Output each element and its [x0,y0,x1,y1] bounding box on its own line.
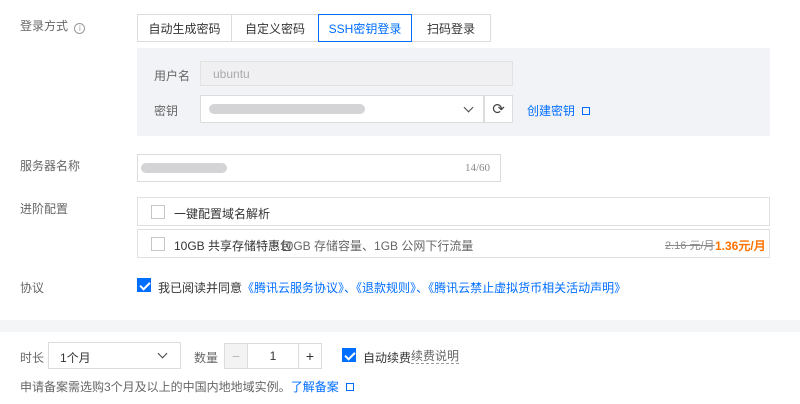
duration-select[interactable]: 1个月 [48,342,181,369]
char-counter: 14/60 [464,162,490,174]
masked-key-value [209,104,365,114]
refund-rules-link[interactable]: 《退款规则》 [356,281,416,295]
agreement-text: 我已阅读并同意《腾讯云服务协议》、《退款规则》、《腾讯云禁止虚拟货币相关活动声明… [158,281,627,295]
old-price: 2.16 元/月 [665,240,715,252]
external-link-icon [346,383,355,391]
domain-option-row[interactable]: 一键配置域名解析 [137,197,770,226]
learn-filing-link[interactable]: 了解备案 [291,380,339,394]
tab-ssh-key[interactable]: SSH密钥登录 [318,14,412,42]
agreement-checkbox[interactable] [137,278,151,292]
tab-auto-password[interactable]: 自动生成密码 [137,14,232,42]
username-field: ubuntu [200,61,513,86]
key-label: 密钥 [154,104,179,118]
agreement-label: 协议 [20,281,45,295]
storage-option-desc: 10GB 存储容量、1GB 公网下行流量 [280,239,474,253]
renew-info-link[interactable]: 续费说明 [411,349,460,364]
external-link-icon [582,107,591,115]
chevron-down-icon [157,348,168,359]
quantity-increment-button[interactable]: + [298,343,322,369]
refresh-icon[interactable]: ⟳ [484,95,513,123]
new-price: 1.36元/月 [715,239,766,253]
crypto-statement-link[interactable]: 《腾讯云禁止虚拟货币相关活动声明》 [428,281,626,295]
key-select[interactable] [200,95,484,123]
storage-option-title: 10GB 共享存储特惠包 [174,239,293,253]
duration-label: 时长 [20,351,45,365]
filing-note: 申请备案需选购3个月及以上的中国内地地域实例。了解备案 [20,378,355,395]
create-key-link[interactable]: 创建密钥 [527,102,591,119]
auto-renew-checkbox[interactable] [342,348,356,362]
quantity-label: 数量 [194,351,219,365]
quantity-input[interactable]: 1 [247,343,299,369]
chevron-down-icon [463,102,474,113]
quantity-decrement-button[interactable]: − [224,343,248,369]
masked-server-name [141,163,227,173]
domain-checkbox[interactable] [151,205,165,219]
login-method-label: 登录方式 i [20,17,86,34]
storage-option-row[interactable]: 10GB 共享存储特惠包 10GB 存储容量、1GB 公网下行流量 2.16 元… [137,229,770,258]
storage-checkbox[interactable] [151,237,165,251]
tab-qr-login[interactable]: 扫码登录 [411,14,491,42]
section-divider [0,320,800,332]
server-name-input[interactable]: 14/60 [137,154,501,182]
tab-custom-password[interactable]: 自定义密码 [231,14,319,42]
advanced-config-label: 进阶配置 [20,202,69,216]
auto-renew-label: 自动续费 [363,351,412,365]
service-agreement-link[interactable]: 《腾讯云服务协议》 [242,281,344,295]
server-name-label: 服务器名称 [20,159,81,173]
username-label: 用户名 [154,69,191,83]
info-circle-icon[interactable]: i [74,23,86,34]
